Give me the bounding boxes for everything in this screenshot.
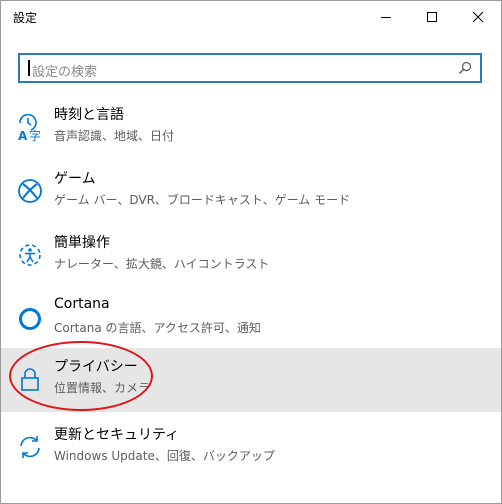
- minimize-button[interactable]: [363, 1, 409, 33]
- setting-label: ゲーム: [54, 171, 96, 187]
- setting-cortana[interactable]: Cortana Cortana の言語、アクセス許可、通知: [1, 288, 501, 352]
- close-icon: [472, 11, 484, 23]
- setting-description: 音声認識、地域、日付: [54, 129, 175, 143]
- setting-description: ナレーター、拡大鏡、ハイコントラスト: [54, 257, 270, 271]
- maximize-button[interactable]: [409, 1, 455, 33]
- search-icon[interactable]: [458, 61, 472, 75]
- window-title: 設定: [13, 11, 38, 25]
- cortana-icon: [17, 306, 43, 332]
- setting-time-language[interactable]: A 字 時刻と言語 音声認識、地域、日付: [1, 96, 501, 160]
- setting-label: 更新とセキュリティ: [54, 427, 180, 443]
- search-placeholder: 設定の検索: [32, 65, 98, 80]
- title-bar[interactable]: 設定: [1, 1, 501, 33]
- close-button[interactable]: [455, 1, 501, 33]
- lock-icon: [17, 366, 43, 392]
- setting-gaming[interactable]: ゲーム ゲーム バー、DVR、ブロードキャスト、ゲーム モード: [1, 160, 501, 224]
- setting-label: 簡単操作: [54, 235, 110, 251]
- search-input[interactable]: 設定の検索: [18, 53, 482, 83]
- setting-label: 時刻と言語: [54, 107, 124, 123]
- setting-update-security[interactable]: 更新とセキュリティ Windows Update、回復、バックアップ: [1, 416, 501, 480]
- minimize-icon: [381, 17, 391, 18]
- time-language-icon: A 字: [17, 114, 43, 142]
- setting-label: Cortana: [54, 296, 110, 312]
- setting-ease-of-access[interactable]: 簡単操作 ナレーター、拡大鏡、ハイコントラスト: [1, 224, 501, 288]
- settings-window: 設定 設定の検索 A 字 時刻と言語 音声認識、地域、日付 ゲーム ゲーム バー…: [0, 0, 502, 504]
- xbox-icon: [17, 178, 43, 204]
- maximize-icon: [427, 12, 437, 22]
- setting-description: Cortana の言語、アクセス許可、通知: [54, 321, 261, 335]
- setting-privacy[interactable]: プライバシー 位置情報、カメラ: [1, 348, 501, 412]
- svg-text:字: 字: [29, 128, 41, 142]
- text-cursor: [28, 60, 30, 76]
- update-icon: [17, 434, 43, 460]
- setting-description: ゲーム バー、DVR、ブロードキャスト、ゲーム モード: [54, 193, 351, 207]
- svg-text:A: A: [18, 129, 28, 142]
- setting-description: 位置情報、カメラ: [54, 381, 151, 395]
- setting-description: Windows Update、回復、バックアップ: [54, 449, 275, 463]
- setting-label: プライバシー: [54, 359, 138, 375]
- ease-of-access-icon: [17, 242, 43, 268]
